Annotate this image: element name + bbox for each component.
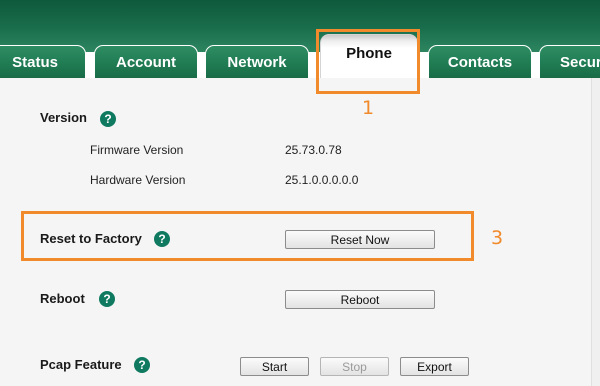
- firmware-version-label: Firmware Version: [90, 143, 184, 157]
- version-help-icon[interactable]: ?: [100, 111, 116, 127]
- tab-security[interactable]: Security: [539, 45, 600, 78]
- annotation-number-1: 1: [362, 97, 375, 119]
- scrollbar[interactable]: [591, 78, 600, 386]
- version-heading: Version: [40, 110, 87, 125]
- reboot-button[interactable]: Reboot: [285, 290, 435, 309]
- highlight-phone-tab: [316, 29, 420, 94]
- hardware-version-label: Hardware Version: [90, 173, 186, 187]
- tab-status[interactable]: Status: [0, 45, 86, 78]
- firmware-version-value: 25.73.0.78: [285, 143, 342, 157]
- tab-account[interactable]: Account: [94, 45, 198, 78]
- pcap-start-button[interactable]: Start: [240, 357, 309, 376]
- reboot-help-icon[interactable]: ?: [99, 291, 115, 307]
- hardware-version-value: 25.1.0.0.0.0.0: [285, 173, 359, 187]
- reboot-heading: Reboot: [40, 291, 85, 306]
- pcap-stop-button[interactable]: Stop: [320, 357, 389, 376]
- main-nav: Status Account Network Phone Contacts Se…: [0, 34, 600, 78]
- tab-contacts[interactable]: Contacts: [428, 45, 532, 78]
- pcap-feature-help-icon[interactable]: ?: [134, 357, 150, 373]
- pcap-feature-heading: Pcap Feature: [40, 357, 122, 372]
- highlight-reset-factory: [21, 211, 474, 261]
- tab-network[interactable]: Network: [205, 45, 309, 78]
- annotation-number-3: 3: [491, 227, 504, 249]
- pcap-export-button[interactable]: Export: [400, 357, 469, 376]
